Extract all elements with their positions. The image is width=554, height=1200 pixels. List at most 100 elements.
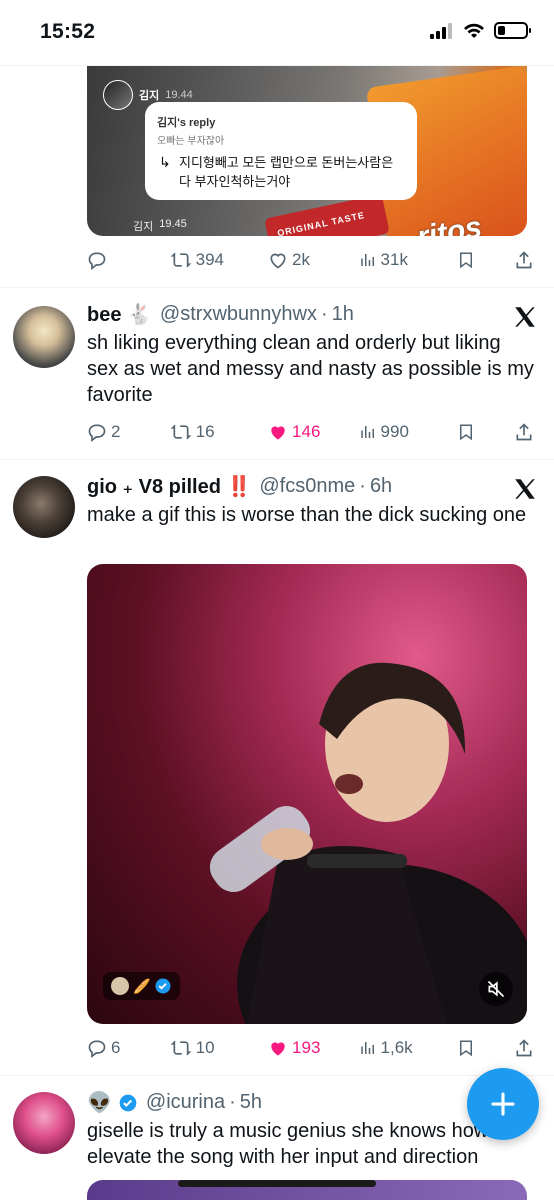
reply-button[interactable]: 2 bbox=[87, 422, 170, 442]
retweet-icon bbox=[170, 1040, 191, 1056]
bookmark-button[interactable] bbox=[457, 422, 514, 442]
retweet-button[interactable]: 394 bbox=[170, 250, 268, 270]
separator: · bbox=[359, 475, 366, 497]
like-button[interactable]: 193 bbox=[268, 1038, 359, 1058]
bookmark-icon bbox=[459, 424, 472, 441]
views-button[interactable]: 990 bbox=[359, 422, 457, 442]
tweet-text: giselle is truly a music genius she know… bbox=[87, 1120, 511, 1168]
wifi-icon bbox=[464, 23, 484, 38]
tweet-header: gio ₊ V8 pilled ‼️ @fcs0nme · 6h bbox=[87, 474, 538, 499]
retweet-count: 394 bbox=[195, 250, 225, 269]
reply-body: ↳ 지디형빼고 모든 랩만으로 돈버는사람은 다 부자인척하는거야 bbox=[157, 153, 405, 191]
views-button[interactable]: 31k bbox=[359, 250, 457, 270]
handle[interactable]: @strxwbunnyhwx bbox=[160, 303, 317, 326]
tweet-text: sh liking everything clean and orderly b… bbox=[87, 332, 534, 406]
avatar[interactable] bbox=[13, 476, 75, 538]
status-icons bbox=[430, 22, 531, 39]
like-count: 2k bbox=[292, 250, 310, 269]
share-icon bbox=[516, 1039, 532, 1057]
tweet-1[interactable]: ORIGINAL TASTE ritos 김지 19.44 김지's reply… bbox=[0, 66, 554, 288]
share-icon bbox=[516, 251, 532, 269]
bookmark-button[interactable] bbox=[457, 250, 514, 270]
avatar[interactable] bbox=[13, 306, 75, 368]
tweet-2-actions: 2 16 146 990 bbox=[87, 422, 534, 442]
embed-avatar bbox=[103, 80, 133, 110]
tweet-text: make a gif this is worse than the dick s… bbox=[87, 504, 527, 526]
video-frame bbox=[209, 662, 527, 1024]
views-icon bbox=[360, 426, 374, 438]
like-icon bbox=[270, 253, 286, 269]
reply-card: 김지's reply 오빠는 부자잖아 ↳ 지디형빼고 모든 랩만으로 돈버는사… bbox=[145, 102, 417, 200]
reply-count: 2 bbox=[111, 422, 121, 441]
retweet-button[interactable]: 10 bbox=[170, 1038, 268, 1058]
reply-sub: 오빠는 부자잖아 bbox=[157, 136, 225, 147]
reply-icon bbox=[88, 252, 106, 270]
separator: · bbox=[229, 1091, 236, 1113]
embed-author-name: 김지 bbox=[139, 90, 160, 102]
views-icon bbox=[360, 254, 374, 266]
views-count: 1,6k bbox=[380, 1038, 413, 1057]
embedded-image[interactable]: ORIGINAL TASTE ritos 김지 19.44 김지's reply… bbox=[87, 66, 527, 236]
avatar[interactable] bbox=[13, 1092, 75, 1154]
reply-arrow-icon: ↳ bbox=[159, 154, 171, 170]
embed-author-2-name: 김지 bbox=[133, 221, 154, 233]
x-logo-icon[interactable] bbox=[512, 476, 538, 502]
like-button[interactable]: 2k bbox=[268, 250, 359, 270]
reply-icon bbox=[88, 1040, 106, 1058]
x-logo-icon[interactable] bbox=[512, 304, 538, 330]
share-button[interactable] bbox=[514, 422, 534, 442]
handle[interactable]: @icurina bbox=[146, 1091, 225, 1114]
battery-icon bbox=[494, 22, 531, 39]
views-icon bbox=[360, 1042, 374, 1054]
chips-label: ORIGINAL TASTE bbox=[264, 193, 390, 236]
badge-emoji: 🥖 bbox=[133, 977, 151, 994]
signal-icon bbox=[430, 22, 452, 39]
display-name[interactable]: bee 🐇 bbox=[87, 302, 152, 327]
retweet-button[interactable]: 16 bbox=[170, 422, 268, 442]
views-button[interactable]: 1,6k bbox=[359, 1038, 457, 1058]
home-indicator[interactable] bbox=[178, 1180, 376, 1187]
embed-author-2: 김지 19.45 bbox=[133, 218, 187, 234]
tweet-2[interactable]: bee 🐇 @strxwbunnyhwx · 1h sh liking ever… bbox=[0, 288, 554, 460]
like-icon bbox=[271, 426, 285, 440]
reply-count: 6 bbox=[111, 1038, 121, 1057]
like-button[interactable]: 146 bbox=[268, 422, 359, 442]
retweet-count: 10 bbox=[195, 1038, 215, 1057]
plus-icon bbox=[491, 1092, 515, 1116]
views-count: 990 bbox=[380, 422, 409, 441]
separator: · bbox=[320, 303, 328, 325]
embed-author-2-time: 19.45 bbox=[159, 218, 187, 230]
reply-body-text: 지디형빼고 모든 랩만으로 돈버는사람은 다 부자인척하는거야 bbox=[179, 155, 394, 189]
share-button[interactable] bbox=[514, 1038, 534, 1058]
timestamp[interactable]: 6h bbox=[370, 475, 392, 498]
retweet-icon bbox=[170, 424, 191, 440]
tweet-1-actions: 394 2k 31k bbox=[87, 250, 534, 270]
badge-avatar bbox=[111, 977, 129, 995]
reply-title: 김지's reply bbox=[157, 117, 216, 129]
verified-icon bbox=[119, 1094, 137, 1111]
like-icon bbox=[271, 1042, 285, 1056]
reply-icon bbox=[88, 424, 106, 442]
mute-button[interactable] bbox=[479, 972, 513, 1006]
reply-button[interactable] bbox=[87, 250, 170, 270]
bookmark-icon bbox=[459, 1040, 472, 1057]
tweet-header: bee 🐇 @strxwbunnyhwx · 1h bbox=[87, 302, 538, 327]
mute-icon bbox=[487, 980, 505, 998]
like-count: 146 bbox=[292, 422, 321, 441]
reply-button[interactable]: 6 bbox=[87, 1038, 170, 1058]
retweet-icon bbox=[170, 252, 191, 268]
display-name[interactable]: gio ₊ V8 pilled ‼️ bbox=[87, 474, 251, 499]
timestamp[interactable]: 5h bbox=[240, 1091, 262, 1114]
display-name[interactable]: 👽 bbox=[87, 1090, 112, 1115]
battery-fill bbox=[498, 26, 505, 35]
timestamp[interactable]: 1h bbox=[332, 303, 354, 326]
tweet-3-video[interactable]: 🥖 bbox=[87, 564, 527, 1024]
share-button[interactable] bbox=[514, 250, 534, 270]
media-badge: 🥖 bbox=[103, 972, 181, 1000]
tweet-3-actions: 6 10 193 1,6k bbox=[87, 1038, 534, 1058]
handle[interactable]: @fcs0nme bbox=[259, 475, 355, 498]
views-count: 31k bbox=[380, 250, 408, 269]
bookmark-button[interactable] bbox=[457, 1038, 514, 1058]
compose-button[interactable] bbox=[467, 1068, 539, 1140]
status-time: 15:52 bbox=[40, 20, 96, 43]
